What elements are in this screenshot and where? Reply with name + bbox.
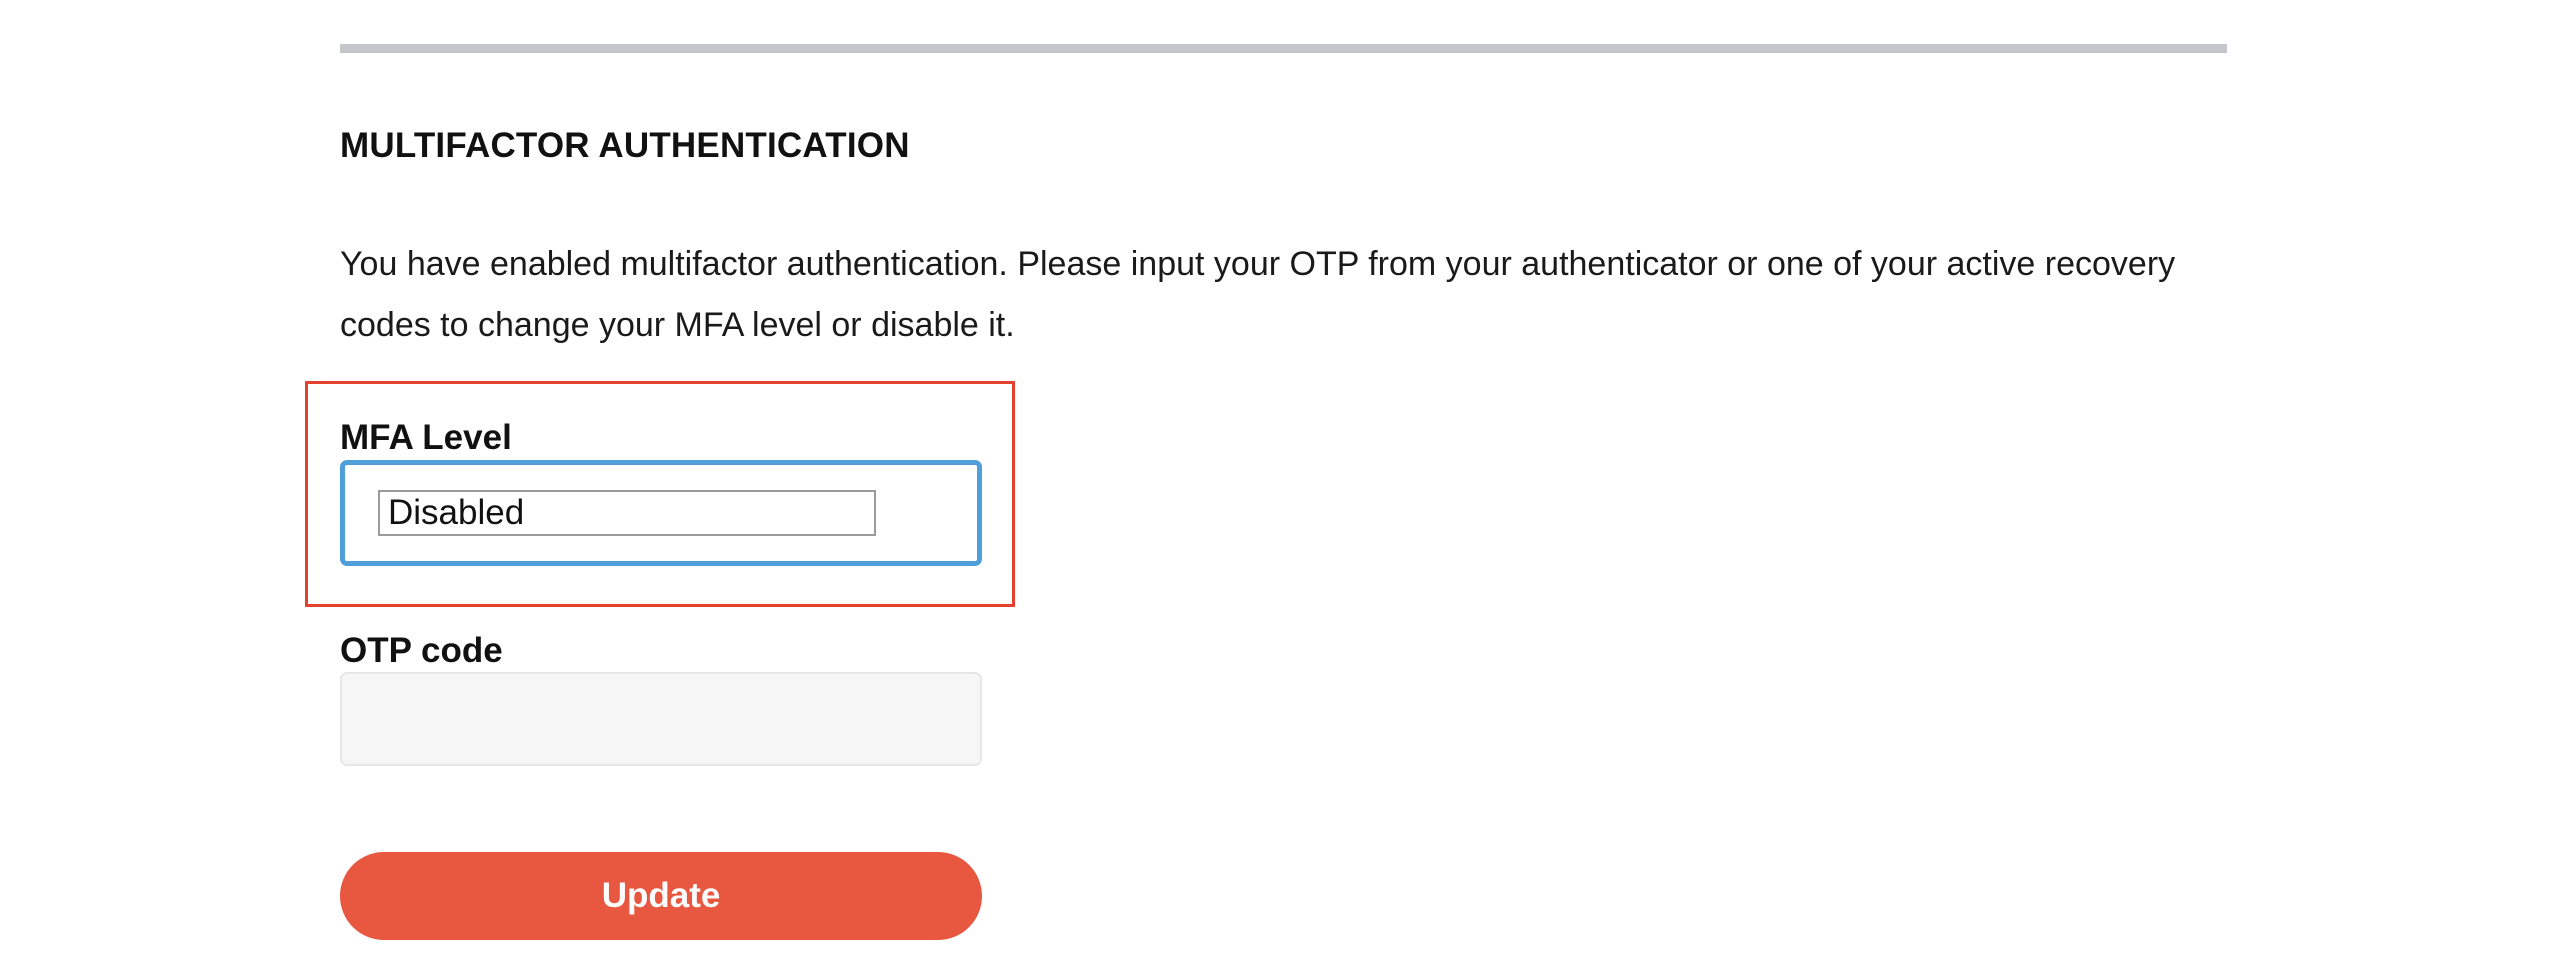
section-divider [340, 44, 2227, 53]
otp-code-input[interactable] [340, 672, 982, 766]
mfa-level-label: MFA Level [340, 418, 512, 457]
section-description: You have enabled multifactor authenticat… [340, 245, 2176, 344]
otp-code-label: OTP code [340, 631, 503, 670]
mfa-level-selected-value[interactable]: Disabled [378, 490, 876, 536]
section-title: MULTIFACTOR AUTHENTICATION [340, 126, 910, 165]
update-button[interactable]: Update [340, 852, 982, 940]
mfa-level-select[interactable]: Disabled [340, 460, 982, 566]
